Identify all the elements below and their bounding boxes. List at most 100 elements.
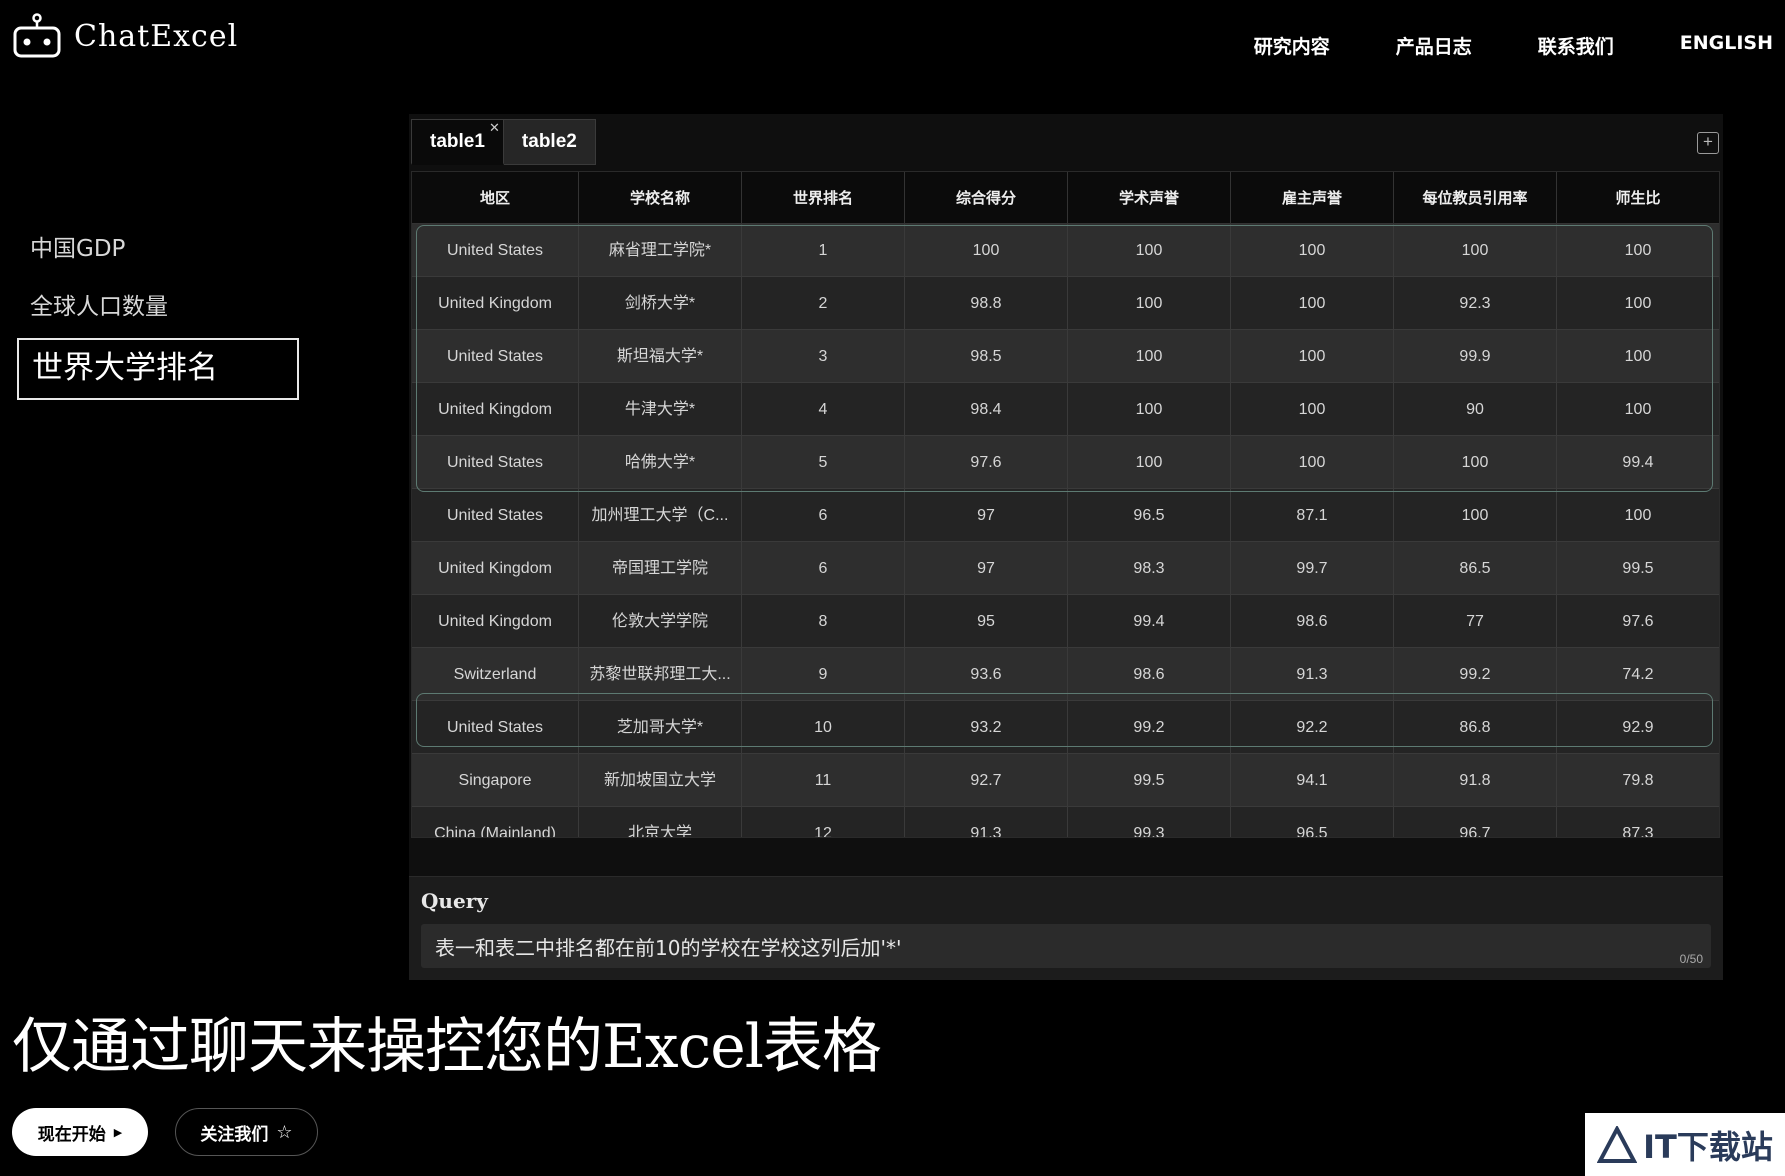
table-cell[interactable]: 87.1 bbox=[1231, 489, 1394, 542]
query-input[interactable] bbox=[421, 924, 1711, 968]
tab-table2[interactable]: table2 bbox=[503, 119, 596, 165]
table-cell[interactable]: 100 bbox=[1394, 489, 1557, 542]
column-header[interactable]: 综合得分 bbox=[905, 172, 1068, 224]
table-cell[interactable]: 87.3 bbox=[1557, 807, 1719, 837]
table-cell[interactable]: 92.2 bbox=[1231, 701, 1394, 754]
table-cell[interactable]: 98.6 bbox=[1068, 648, 1231, 701]
table-cell[interactable]: 新加坡国立大学 bbox=[579, 754, 742, 807]
table-cell[interactable]: 北京大学 bbox=[579, 807, 742, 837]
add-table-icon[interactable]: + bbox=[1697, 132, 1719, 154]
table-cell[interactable]: 96.7 bbox=[1394, 807, 1557, 837]
table-cell[interactable]: 77 bbox=[1394, 595, 1557, 648]
table-cell[interactable]: 100 bbox=[1557, 330, 1719, 383]
table-cell[interactable]: 100 bbox=[905, 224, 1068, 277]
table-cell[interactable]: 100 bbox=[1394, 436, 1557, 489]
table-cell[interactable]: 86.8 bbox=[1394, 701, 1557, 754]
table-cell[interactable]: 97 bbox=[905, 542, 1068, 595]
table-cell[interactable]: 帝国理工学院 bbox=[579, 542, 742, 595]
table-cell[interactable]: United Kingdom bbox=[412, 277, 579, 330]
nav-research[interactable]: 研究内容 bbox=[1254, 32, 1330, 59]
table-cell[interactable]: 98.5 bbox=[905, 330, 1068, 383]
table-cell[interactable]: 99.2 bbox=[1394, 648, 1557, 701]
table-cell[interactable]: United Kingdom bbox=[412, 542, 579, 595]
table-cell[interactable]: 99.9 bbox=[1394, 330, 1557, 383]
column-header[interactable]: 师生比 bbox=[1557, 172, 1719, 224]
table-cell[interactable]: 99.4 bbox=[1557, 436, 1719, 489]
table-cell[interactable]: Singapore bbox=[412, 754, 579, 807]
table-cell[interactable]: 哈佛大学* bbox=[579, 436, 742, 489]
table-cell[interactable]: 麻省理工学院* bbox=[579, 224, 742, 277]
table-cell[interactable]: 6 bbox=[742, 489, 905, 542]
nav-contact[interactable]: 联系我们 bbox=[1538, 32, 1614, 59]
table-cell[interactable]: Switzerland bbox=[412, 648, 579, 701]
table-cell[interactable]: 99.4 bbox=[1068, 595, 1231, 648]
table-cell[interactable]: 92.3 bbox=[1394, 277, 1557, 330]
table-cell[interactable]: 100 bbox=[1557, 383, 1719, 436]
menu-item-world-population[interactable]: 全球人口数量 bbox=[17, 278, 299, 336]
table-cell[interactable]: 剑桥大学* bbox=[579, 277, 742, 330]
table-cell[interactable]: 99.7 bbox=[1231, 542, 1394, 595]
column-header[interactable]: 每位教员引用率 bbox=[1394, 172, 1557, 224]
menu-item-university-ranking[interactable]: 世界大学排名 bbox=[17, 338, 299, 400]
table-cell[interactable]: United States bbox=[412, 330, 579, 383]
table-cell[interactable]: 98.4 bbox=[905, 383, 1068, 436]
table-cell[interactable]: 98.3 bbox=[1068, 542, 1231, 595]
table-cell[interactable]: 91.8 bbox=[1394, 754, 1557, 807]
table-cell[interactable]: 97.6 bbox=[1557, 595, 1719, 648]
table-cell[interactable]: 94.1 bbox=[1231, 754, 1394, 807]
column-header[interactable]: 世界排名 bbox=[742, 172, 905, 224]
table-cell[interactable]: 12 bbox=[742, 807, 905, 837]
table-cell[interactable]: 100 bbox=[1231, 277, 1394, 330]
table-cell[interactable]: 1 bbox=[742, 224, 905, 277]
table-cell[interactable]: 100 bbox=[1557, 277, 1719, 330]
table-cell[interactable]: United States bbox=[412, 436, 579, 489]
logo[interactable]: ChatExcel bbox=[12, 12, 238, 60]
table-cell[interactable]: 99.5 bbox=[1557, 542, 1719, 595]
table-cell[interactable]: 99.2 bbox=[1068, 701, 1231, 754]
table-cell[interactable]: 96.5 bbox=[1068, 489, 1231, 542]
table-cell[interactable]: United States bbox=[412, 489, 579, 542]
table-cell[interactable]: 95 bbox=[905, 595, 1068, 648]
table-cell[interactable]: 74.2 bbox=[1557, 648, 1719, 701]
table-cell[interactable]: 11 bbox=[742, 754, 905, 807]
table-cell[interactable]: 91.3 bbox=[1231, 648, 1394, 701]
table-cell[interactable]: United States bbox=[412, 701, 579, 754]
table-cell[interactable]: 92.7 bbox=[905, 754, 1068, 807]
table-cell[interactable]: 100 bbox=[1068, 224, 1231, 277]
table-cell[interactable]: 牛津大学* bbox=[579, 383, 742, 436]
tab-table1[interactable]: table1 ✕ bbox=[411, 119, 504, 165]
table-cell[interactable]: 93.2 bbox=[905, 701, 1068, 754]
table-cell[interactable]: 99.5 bbox=[1068, 754, 1231, 807]
table-cell[interactable]: 芝加哥大学* bbox=[579, 701, 742, 754]
nav-english[interactable]: ENGLISH bbox=[1680, 32, 1773, 59]
close-icon[interactable]: ✕ bbox=[489, 121, 500, 135]
table-cell[interactable]: 92.9 bbox=[1557, 701, 1719, 754]
table-cell[interactable]: 100 bbox=[1231, 436, 1394, 489]
follow-button[interactable]: 关注我们 ☆ bbox=[175, 1108, 318, 1156]
table-cell[interactable]: 93.6 bbox=[905, 648, 1068, 701]
table-cell[interactable]: China (Mainland) bbox=[412, 807, 579, 837]
table-cell[interactable]: 100 bbox=[1231, 383, 1394, 436]
table-cell[interactable]: 伦敦大学学院 bbox=[579, 595, 742, 648]
start-button[interactable]: 现在开始 ▶ bbox=[12, 1108, 148, 1156]
table-cell[interactable]: 100 bbox=[1231, 224, 1394, 277]
table-cell[interactable]: 6 bbox=[742, 542, 905, 595]
table-cell[interactable]: 97.6 bbox=[905, 436, 1068, 489]
table-cell[interactable]: 98.6 bbox=[1231, 595, 1394, 648]
column-header[interactable]: 学术声誉 bbox=[1068, 172, 1231, 224]
table-cell[interactable]: 100 bbox=[1068, 330, 1231, 383]
table-cell[interactable]: 79.8 bbox=[1557, 754, 1719, 807]
menu-item-china-gdp[interactable]: 中国GDP bbox=[17, 220, 299, 278]
table-cell[interactable]: 100 bbox=[1231, 330, 1394, 383]
nav-changelog[interactable]: 产品日志 bbox=[1396, 32, 1472, 59]
table-cell[interactable]: 斯坦福大学* bbox=[579, 330, 742, 383]
table-cell[interactable]: 2 bbox=[742, 277, 905, 330]
table-cell[interactable]: United States bbox=[412, 224, 579, 277]
table-cell[interactable]: 100 bbox=[1557, 489, 1719, 542]
column-header[interactable]: 地区 bbox=[412, 172, 579, 224]
table-cell[interactable]: 90 bbox=[1394, 383, 1557, 436]
table-cell[interactable]: 100 bbox=[1394, 224, 1557, 277]
column-header[interactable]: 学校名称 bbox=[579, 172, 742, 224]
table-cell[interactable]: 苏黎世联邦理工大... bbox=[579, 648, 742, 701]
table-cell[interactable]: 97 bbox=[905, 489, 1068, 542]
